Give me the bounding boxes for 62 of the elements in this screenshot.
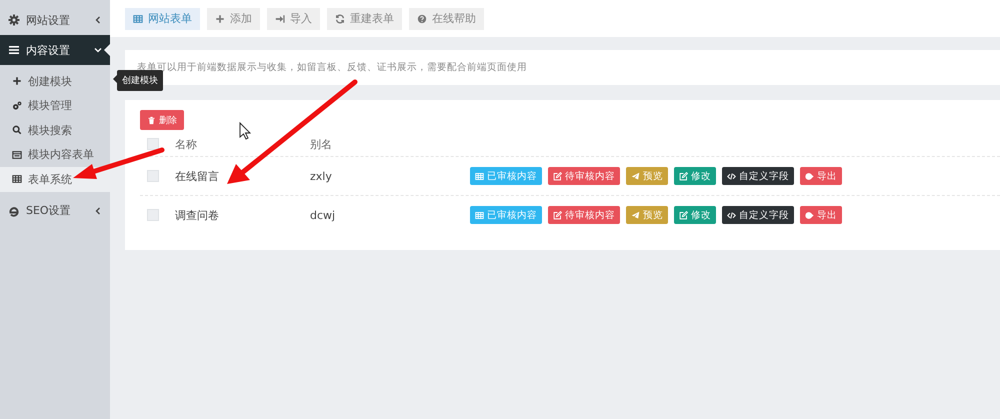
action-button[interactable]: 待审核内容 bbox=[548, 206, 620, 224]
action-button[interactable]: 导出 bbox=[800, 167, 842, 185]
action-button[interactable]: 修改 bbox=[674, 206, 716, 224]
chevron-icon bbox=[94, 206, 102, 214]
chevron-icon bbox=[94, 46, 102, 54]
toolbar-button[interactable]: 导入 bbox=[267, 8, 320, 30]
import-icon bbox=[275, 14, 285, 24]
sidebar-group[interactable]: 内容设置 bbox=[0, 35, 110, 65]
plus-icon bbox=[215, 14, 225, 24]
table-icon bbox=[475, 172, 484, 180]
code-icon bbox=[727, 210, 736, 220]
table-icon bbox=[475, 210, 484, 220]
delete-button[interactable]: 删除 bbox=[140, 110, 184, 130]
toolbar-button[interactable]: 网站表单 bbox=[125, 8, 200, 30]
action-button[interactable]: 自定义字段 bbox=[722, 206, 794, 224]
edit-icon bbox=[553, 210, 562, 220]
window-icon bbox=[12, 150, 22, 160]
checkbox[interactable] bbox=[147, 138, 159, 150]
edit-icon bbox=[553, 172, 562, 180]
action-button[interactable]: 预览 bbox=[626, 206, 668, 224]
column-header: 名称 bbox=[175, 136, 198, 152]
paper-plane-icon bbox=[631, 210, 640, 220]
sidebar-item[interactable]: 表单系统 bbox=[0, 167, 110, 192]
action-button[interactable]: 预览 bbox=[626, 167, 668, 185]
action-button[interactable]: 待审核内容 bbox=[548, 167, 620, 185]
table-cell-text: 调查问卷 bbox=[175, 208, 220, 222]
menu-icon bbox=[8, 44, 20, 56]
trash-icon bbox=[147, 116, 156, 124]
chevron-icon bbox=[94, 16, 102, 24]
toolbar-button[interactable]: 重建表单 bbox=[327, 8, 402, 30]
mouse-cursor-icon bbox=[240, 122, 252, 140]
table-icon bbox=[133, 14, 143, 24]
sidebar-item[interactable]: 模块内容表单 bbox=[0, 142, 110, 167]
code-icon bbox=[727, 172, 736, 180]
table-cell-text: 在线留言 bbox=[175, 168, 220, 184]
column-header: 别名 bbox=[310, 136, 333, 152]
table-cell-text: dcwj bbox=[310, 208, 336, 222]
sidebar-group[interactable]: SEO设置 bbox=[0, 196, 110, 226]
toolbar-button[interactable]: 添加 bbox=[207, 8, 260, 30]
action-button[interactable]: 已审核内容 bbox=[470, 206, 542, 224]
table-cell-text: zxly bbox=[310, 170, 333, 182]
paper-plane-icon bbox=[631, 172, 640, 180]
checkbox[interactable] bbox=[147, 170, 159, 182]
action-button[interactable]: 已审核内容 bbox=[470, 167, 542, 185]
sidebar-group[interactable]: 网站设置 bbox=[0, 5, 110, 35]
action-button[interactable]: 修改 bbox=[674, 167, 716, 185]
settings-icon bbox=[8, 14, 20, 26]
gears-icon bbox=[12, 100, 22, 111]
sidebar-item[interactable]: 模块搜索 bbox=[0, 118, 110, 142]
sidebar-item[interactable]: 创建模块 bbox=[0, 69, 110, 94]
toolbar-button[interactable]: 在线帮助 bbox=[409, 8, 484, 30]
plus-icon bbox=[12, 76, 22, 86]
action-button[interactable]: 导出 bbox=[800, 206, 842, 224]
help-icon bbox=[417, 14, 427, 24]
edit-icon bbox=[679, 172, 688, 180]
search-icon bbox=[12, 125, 22, 136]
table-icon bbox=[12, 174, 22, 184]
refresh-icon bbox=[335, 14, 345, 24]
edit-icon bbox=[679, 210, 688, 220]
checkbox[interactable] bbox=[147, 209, 159, 221]
sidebar-item[interactable]: 模块管理 bbox=[0, 94, 110, 118]
action-button[interactable]: 自定义字段 bbox=[722, 167, 794, 185]
